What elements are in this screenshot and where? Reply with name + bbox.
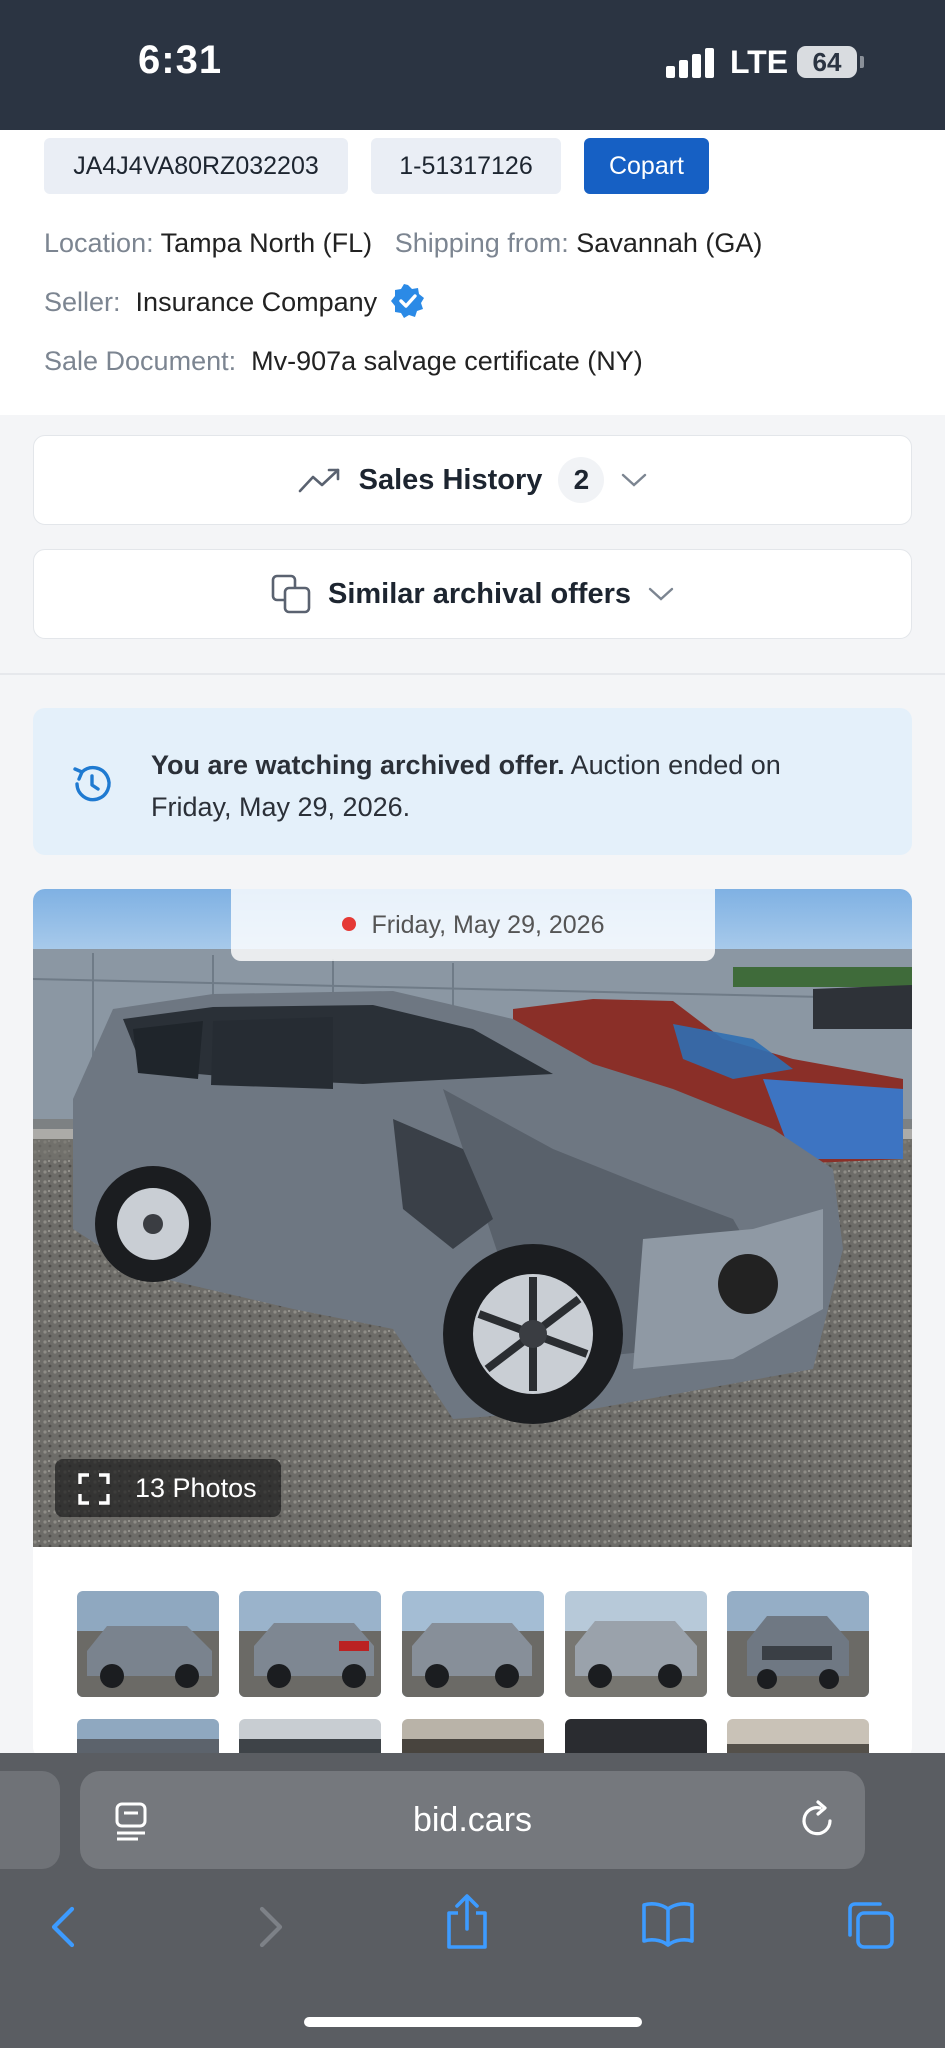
- sales-history-label: Sales History: [358, 463, 543, 496]
- back-icon[interactable]: [46, 1903, 82, 1951]
- forward-icon[interactable]: [252, 1903, 288, 1951]
- seller-label: Seller:: [44, 287, 121, 318]
- bookmarks-icon[interactable]: [640, 1899, 696, 1947]
- thumbnail[interactable]: [239, 1591, 381, 1697]
- copy-icon: [271, 574, 311, 614]
- home-indicator[interactable]: [304, 2017, 642, 2027]
- verified-badge-icon: [390, 284, 424, 318]
- network-type: LTE: [730, 44, 789, 80]
- photo-gallery: Friday, May 29, 2026 13 Photos: [33, 889, 912, 1759]
- listing-info: JA4J4VA80RZ032203 1-51317126 Copart Loca…: [0, 130, 945, 415]
- url-text: bid.cars: [412, 1801, 533, 1839]
- seller-value: Insurance Company: [135, 287, 378, 318]
- section-divider: [0, 673, 945, 675]
- view-photos-button[interactable]: 13 Photos: [55, 1459, 281, 1517]
- tabs-icon[interactable]: [844, 1899, 896, 1951]
- chevron-down-icon: [648, 587, 674, 601]
- archived-offer-title: You are watching archived offer.: [151, 750, 565, 780]
- shipping-label: Shipping from:: [394, 228, 569, 258]
- battery-nub: [860, 56, 864, 68]
- sale-document-row: Sale Document: Mv-907a salvage certifica…: [44, 346, 643, 377]
- location-value: Tampa North (FL): [160, 228, 373, 258]
- thumbnail[interactable]: [565, 1591, 707, 1697]
- battery-icon: 64: [797, 46, 857, 78]
- sale-document-label: Sale Document:: [44, 346, 237, 376]
- sales-history-count: 2: [558, 457, 605, 503]
- live-dot-icon: [341, 917, 356, 932]
- sales-history-accordion[interactable]: Sales History 2: [33, 435, 912, 525]
- main-vehicle-photo[interactable]: Friday, May 29, 2026 13 Photos: [33, 889, 912, 1547]
- status-bar: 6:31 LTE 64: [0, 0, 945, 130]
- location-label: Location:: [44, 228, 154, 258]
- seller-row: Seller: Insurance Company: [44, 284, 425, 321]
- archived-offer-message: You are watching archived offer. Auction…: [151, 744, 851, 828]
- auction-date: Friday, May 29, 2026: [371, 911, 605, 939]
- thumbnail[interactable]: [402, 1591, 544, 1697]
- auction-date-pill: Friday, May 29, 2026: [231, 889, 715, 961]
- reload-icon[interactable]: [798, 1799, 838, 1841]
- previous-tab-preview[interactable]: [0, 1771, 60, 1869]
- sale-document-value: Mv-907a salvage certificate (NY): [251, 346, 643, 376]
- history-icon: [73, 765, 111, 802]
- shipping-value: Savannah (GA): [576, 228, 763, 258]
- browser-toolbar: bid.cars: [0, 1753, 945, 2048]
- vin-chip[interactable]: JA4J4VA80RZ032203: [44, 138, 348, 194]
- archived-offer-banner: You are watching archived offer. Auction…: [33, 708, 912, 855]
- address-bar[interactable]: bid.cars: [80, 1771, 865, 1869]
- thumbnail[interactable]: [727, 1591, 869, 1697]
- trend-chart-icon: [298, 468, 339, 493]
- chevron-down-icon: [622, 473, 647, 487]
- copart-button[interactable]: Copart: [584, 138, 709, 194]
- location-row: Location: Tampa North (FL) Shipping from…: [44, 228, 762, 259]
- fullscreen-icon: [78, 1473, 110, 1505]
- share-icon[interactable]: [443, 1893, 491, 1951]
- vehicle-photo-illustration: [33, 889, 912, 1547]
- thumbnail[interactable]: [77, 1591, 219, 1697]
- similar-offers-label: Similar archival offers: [327, 577, 632, 610]
- photos-count: 13 Photos: [135, 1473, 257, 1503]
- clock: 6:31: [138, 38, 223, 82]
- lot-chip[interactable]: 1-51317126: [371, 138, 561, 194]
- similar-offers-accordion[interactable]: Similar archival offers: [33, 549, 912, 639]
- cellular-signal-icon: [666, 48, 714, 78]
